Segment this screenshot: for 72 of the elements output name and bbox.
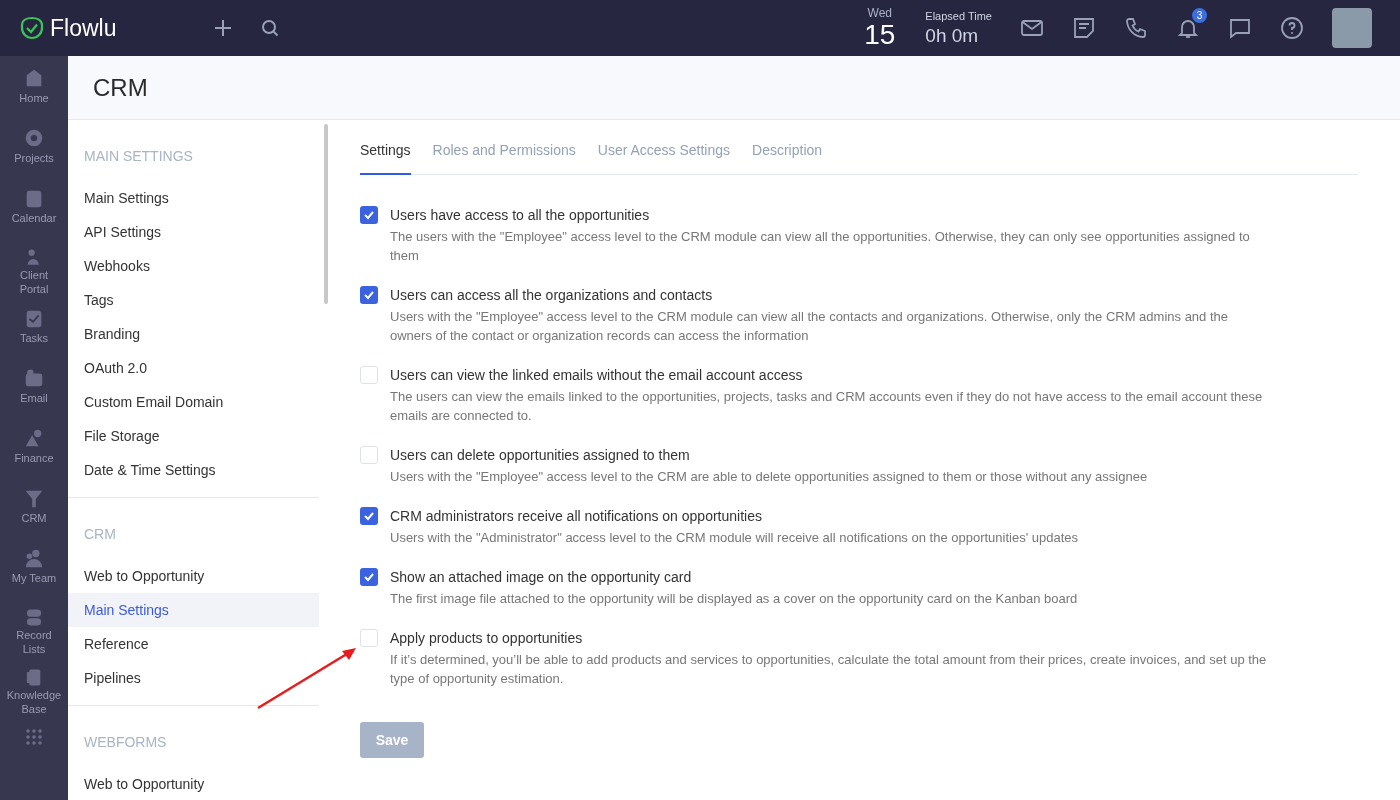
page-title: CRM <box>93 72 148 103</box>
plus-icon[interactable] <box>213 18 233 38</box>
funnel-icon[interactable] <box>23 488 45 510</box>
checkbox[interactable] <box>360 568 378 586</box>
nav-label[interactable]: CRM <box>6 511 62 525</box>
help-icon[interactable] <box>1280 16 1304 40</box>
menu-item[interactable]: Main Settings <box>68 593 319 627</box>
menu-item[interactable]: Pipelines <box>68 661 319 695</box>
nav-label[interactable]: My Team <box>6 571 62 585</box>
option-title: Users can access all the organizations and contacts <box>390 286 714 305</box>
option-description: Users with the "Administrator" access level to the CRM module will receive all notifications on the opportunities' updates <box>390 529 1079 547</box>
menu-item[interactable]: Web to Opportunity <box>68 559 319 593</box>
option-description: Users with the "Employee" access level to the CRM are able to delete opportunities assigned to them or those without any assignee <box>390 468 1148 486</box>
checkbox[interactable] <box>360 366 378 384</box>
section-heading: WEBFORMS <box>83 733 168 752</box>
check-icon <box>363 289 375 301</box>
nav-label[interactable]: Projects <box>6 151 62 165</box>
menu-item[interactable]: API Settings <box>68 215 319 249</box>
checkbox[interactable] <box>360 286 378 304</box>
menu-item[interactable]: Web to Opportunity <box>68 767 319 800</box>
weekday-label: Wed <box>867 6 892 20</box>
check-icon <box>363 209 375 221</box>
nav-label[interactable]: Finance <box>6 451 62 465</box>
nav-label[interactable]: Calendar <box>6 211 62 225</box>
menu-item[interactable]: OAuth 2.0 <box>68 351 319 385</box>
option-title: Users can delete opportunities assigned to them <box>390 446 691 465</box>
checkbox[interactable] <box>360 629 378 647</box>
chat-icon[interactable] <box>1228 16 1252 40</box>
elapsed-time-label: Elapsed Time <box>925 9 992 24</box>
menu-item[interactable]: Tags <box>68 283 319 317</box>
note-icon[interactable] <box>1072 16 1096 40</box>
elapsed-time-value: 0h 0m <box>925 24 980 48</box>
apps-grid-icon[interactable] <box>25 728 43 746</box>
tab[interactable]: Settings <box>360 140 411 175</box>
logo-text: Flowlu <box>50 13 117 43</box>
option-title: Apply products to opportunities <box>390 629 584 648</box>
notification-badge: 3 <box>1192 8 1207 23</box>
option-description: The first image file attached to the opportunity will be displayed as a cover on the opportunity card on the Kanban board <box>390 590 1078 608</box>
scrollbar[interactable] <box>324 124 328 304</box>
menu-item[interactable]: Custom Email Domain <box>68 385 319 419</box>
check-icon <box>363 510 375 522</box>
logo-icon <box>20 16 44 40</box>
nav-label[interactable]: Client Portal <box>6 268 62 296</box>
option-description: The users can view the emails linked to the opportunities, projects, tasks and CRM accounts even if they do not have access to the email account these emails are connected to. <box>390 388 1264 425</box>
menu-item[interactable]: File Storage <box>68 419 319 453</box>
checkbox[interactable] <box>360 446 378 464</box>
checkbox[interactable] <box>360 206 378 224</box>
option-description: Users with the "Employee" access level to the CRM module can view all the contacts and organizations. Otherwise, only the CRM admins and the owners of the contact or organization records can access the information <box>390 308 1229 345</box>
menu-item[interactable]: Main Settings <box>68 181 319 215</box>
nav-label[interactable]: Record Lists <box>6 628 62 656</box>
search-icon[interactable] <box>261 19 279 37</box>
section-heading: MAIN SETTINGS <box>83 147 194 166</box>
menu-item[interactable]: Branding <box>68 317 319 351</box>
option-description: If it’s determined, you’ll be able to add products and services to opportunities, calculate the total amount from their prices, create invoices, and set up the type of opportunity estimation. <box>390 651 1268 688</box>
day-number: 15 <box>864 20 896 50</box>
phone-icon[interactable] <box>1124 16 1148 40</box>
team-icon[interactable] <box>23 548 45 570</box>
option-title: Users can view the linked emails without the email account access <box>390 366 804 385</box>
option-title: CRM administrators receive all notifications on opportunities <box>390 507 763 526</box>
option-description: The users with the "Employee" access level to the CRM module can view all the opportunities. Otherwise, they can only see opportunities assigned to them <box>390 228 1251 265</box>
nav-label[interactable]: Home <box>6 91 62 105</box>
option-title: Show an attached image on the opportunity card <box>390 568 693 587</box>
option-title: Users have access to all the opportunities <box>390 206 651 225</box>
menu-item[interactable]: Webhooks <box>68 249 319 283</box>
menu-item[interactable]: Reference <box>68 627 319 661</box>
menu-item[interactable]: Date & Time Settings <box>68 453 319 487</box>
nav-label[interactable]: Knowledge Base <box>6 688 62 716</box>
check-icon <box>363 571 375 583</box>
checkbox[interactable] <box>360 507 378 525</box>
section-heading: CRM <box>83 525 117 544</box>
nav-label[interactable]: Tasks <box>6 331 62 345</box>
nav-label[interactable]: Email <box>6 391 62 405</box>
